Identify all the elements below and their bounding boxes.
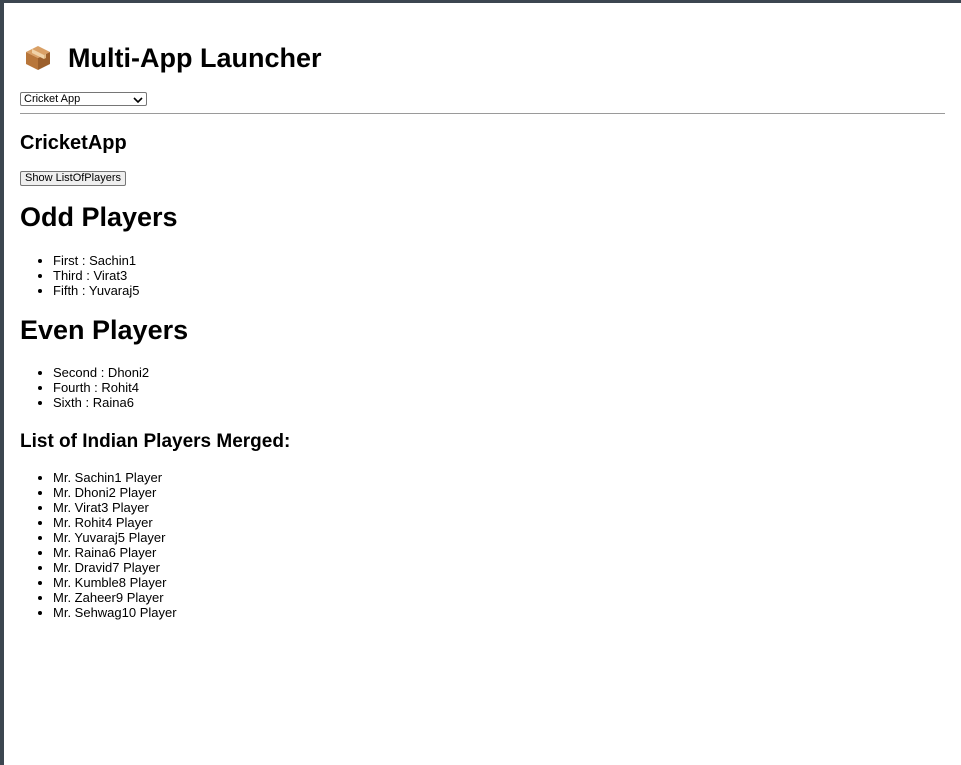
- list-item: First : Sachin1: [53, 253, 945, 268]
- list-item: Mr. Raina6 Player: [53, 545, 945, 560]
- show-players-button[interactable]: Show ListOfPlayers: [20, 171, 126, 186]
- divider: [20, 113, 945, 114]
- list-item: Mr. Kumble8 Player: [53, 575, 945, 590]
- list-item: Mr. Zaheer9 Player: [53, 590, 945, 605]
- merged-players-heading: List of Indian Players Merged:: [20, 431, 291, 452]
- even-players-list: Second : Dhoni2Fourth : Rohit4Sixth : Ra…: [20, 365, 945, 410]
- page-content: Multi-App Launcher Cricket App CricketAp…: [20, 0, 945, 620]
- odd-players-heading: Odd Players: [20, 202, 178, 232]
- window-frame-left: [0, 0, 4, 765]
- list-item: Fifth : Yuvaraj5: [53, 283, 945, 298]
- package-icon: [24, 44, 52, 72]
- list-item: Second : Dhoni2: [53, 365, 945, 380]
- chevron-down-icon: [133, 95, 143, 104]
- odd-players-list: First : Sachin1Third : Virat3Fifth : Yuv…: [20, 253, 945, 298]
- cricket-app-title: CricketApp: [20, 132, 127, 154]
- app-header: Multi-App Launcher: [20, 41, 945, 75]
- list-item: Mr. Virat3 Player: [53, 500, 945, 515]
- app-select-value: Cricket App: [24, 93, 81, 105]
- app-select-dropdown[interactable]: Cricket App: [20, 92, 147, 106]
- list-item: Fourth : Rohit4: [53, 380, 945, 395]
- list-item: Sixth : Raina6: [53, 395, 945, 410]
- list-item: Mr. Dravid7 Player: [53, 560, 945, 575]
- list-item: Mr. Yuvaraj5 Player: [53, 530, 945, 545]
- list-item: Third : Virat3: [53, 268, 945, 283]
- list-item: Mr. Rohit4 Player: [53, 515, 945, 530]
- list-item: Mr. Dhoni2 Player: [53, 485, 945, 500]
- merged-players-list: Mr. Sachin1 PlayerMr. Dhoni2 PlayerMr. V…: [20, 470, 945, 620]
- page-title: Multi-App Launcher: [68, 43, 322, 73]
- list-item: Mr. Sehwag10 Player: [53, 605, 945, 620]
- even-players-heading: Even Players: [20, 315, 189, 345]
- list-item: Mr. Sachin1 Player: [53, 470, 945, 485]
